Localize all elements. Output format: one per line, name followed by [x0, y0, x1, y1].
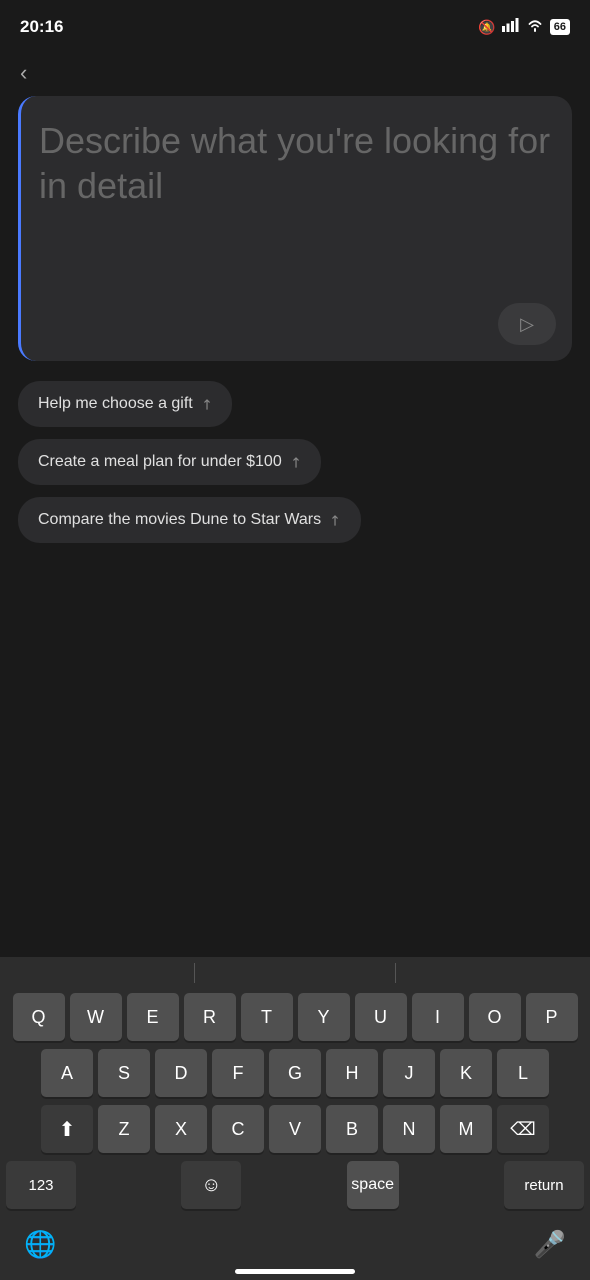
- status-icons: 🔕 66: [478, 18, 570, 37]
- key-F[interactable]: F: [212, 1049, 264, 1097]
- keyboard-row-1: Q W E R T Y U I O P: [4, 993, 586, 1041]
- notification-icon: 🔕: [478, 19, 495, 36]
- key-U[interactable]: U: [355, 993, 407, 1041]
- key-P[interactable]: P: [526, 993, 578, 1041]
- chip-label-1: Create a meal plan for under $100: [38, 453, 282, 471]
- key-E[interactable]: E: [127, 993, 179, 1041]
- chip-label-2: Compare the movies Dune to Star Wars: [38, 511, 321, 529]
- key-A[interactable]: A: [41, 1049, 93, 1097]
- key-M[interactable]: M: [440, 1105, 492, 1153]
- key-D[interactable]: D: [155, 1049, 207, 1097]
- chip-arrow-icon-1: ↗: [285, 452, 305, 472]
- chip-label-0: Help me choose a gift: [38, 395, 193, 413]
- chip-arrow-icon-2: ↗: [325, 510, 345, 530]
- key-B[interactable]: B: [326, 1105, 378, 1153]
- key-S[interactable]: S: [98, 1049, 150, 1097]
- send-arrow-icon: ▷: [520, 314, 534, 335]
- keyboard-row-4: 123 ☺ space return: [4, 1161, 586, 1209]
- key-Y[interactable]: Y: [298, 993, 350, 1041]
- input-card[interactable]: Describe what you're looking for in deta…: [18, 96, 572, 361]
- home-indicator: [235, 1269, 355, 1274]
- key-X[interactable]: X: [155, 1105, 207, 1153]
- key-R[interactable]: R: [184, 993, 236, 1041]
- key-emoji[interactable]: ☺: [181, 1161, 241, 1209]
- keyboard-keys: Q W E R T Y U I O P A S D F G H J K L ⬆ …: [0, 987, 590, 1219]
- wifi-icon: [526, 18, 544, 37]
- key-return[interactable]: return: [504, 1161, 584, 1209]
- globe-icon[interactable]: 🌐: [24, 1229, 56, 1260]
- back-button[interactable]: ‹: [0, 50, 590, 96]
- key-shift[interactable]: ⬆: [41, 1105, 93, 1153]
- mic-icon[interactable]: 🎤: [534, 1229, 566, 1260]
- key-I[interactable]: I: [412, 993, 464, 1041]
- back-chevron-icon[interactable]: ‹: [20, 60, 27, 85]
- key-G[interactable]: G: [269, 1049, 321, 1097]
- key-H[interactable]: H: [326, 1049, 378, 1097]
- battery-icon: 66: [550, 19, 570, 35]
- suggestions-list: Help me choose a gift ↗ Create a meal pl…: [18, 381, 572, 543]
- signal-icon: [502, 18, 520, 37]
- suggestion-chip-0[interactable]: Help me choose a gift ↗: [18, 381, 232, 427]
- key-L[interactable]: L: [497, 1049, 549, 1097]
- keyboard-row-3: ⬆ Z X C V B N M ⌫: [4, 1105, 586, 1153]
- send-button[interactable]: ▷: [498, 303, 556, 345]
- suggestion-chip-1[interactable]: Create a meal plan for under $100 ↗: [18, 439, 321, 485]
- key-J[interactable]: J: [383, 1049, 435, 1097]
- key-Z[interactable]: Z: [98, 1105, 150, 1153]
- key-K[interactable]: K: [440, 1049, 492, 1097]
- key-space[interactable]: space: [347, 1161, 399, 1209]
- suggestion-chip-2[interactable]: Compare the movies Dune to Star Wars ↗: [18, 497, 361, 543]
- keyboard: Q W E R T Y U I O P A S D F G H J K L ⬆ …: [0, 957, 590, 1280]
- key-W[interactable]: W: [70, 993, 122, 1041]
- input-placeholder: Describe what you're looking for in deta…: [39, 120, 550, 206]
- key-delete[interactable]: ⌫: [497, 1105, 549, 1153]
- keyboard-row-2: A S D F G H J K L: [4, 1049, 586, 1097]
- key-Q[interactable]: Q: [13, 993, 65, 1041]
- key-O[interactable]: O: [469, 993, 521, 1041]
- key-C[interactable]: C: [212, 1105, 264, 1153]
- main-content: Describe what you're looking for in deta…: [0, 96, 590, 543]
- key-T[interactable]: T: [241, 993, 293, 1041]
- chip-arrow-icon-0: ↗: [196, 394, 216, 414]
- keyboard-top-bar: [0, 957, 590, 987]
- status-bar: 20:16 🔕 66: [0, 0, 590, 50]
- key-123[interactable]: 123: [6, 1161, 76, 1209]
- status-time: 20:16: [20, 17, 63, 37]
- key-V[interactable]: V: [269, 1105, 321, 1153]
- key-N[interactable]: N: [383, 1105, 435, 1153]
